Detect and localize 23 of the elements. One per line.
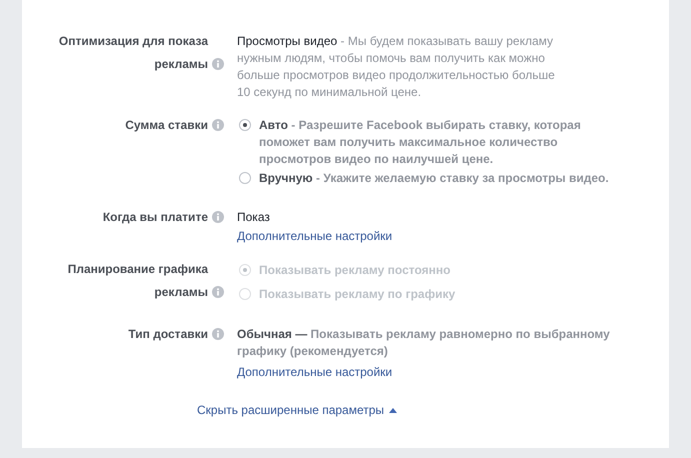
settings-link[interactable]: Дополнительные настройки: [237, 228, 392, 245]
info-icon: [212, 58, 224, 70]
info-icon: [212, 211, 224, 223]
radio-button[interactable]: [239, 172, 251, 184]
field-label: Планирование графика рекламы: [66, 261, 208, 301]
radio-label: Показывать рекламу по графику: [259, 286, 456, 303]
info-icon: [212, 119, 224, 131]
option-description: Обычная — Показывать рекламу равномерно по выбранному графику (рекомендуется): [237, 326, 611, 360]
radio-label: Авто - Разрешите Facebook выбирать ставку, которая поможет вам получить максимальное количество просмотров видео по наилучшей цене.: [259, 117, 582, 168]
radio-button[interactable]: [239, 119, 251, 131]
field-label: Тип доставки: [128, 326, 208, 343]
radio-label: Показывать рекламу постоянно: [259, 262, 450, 279]
field-label: Сумма ставки: [125, 117, 208, 134]
info-icon: [212, 286, 224, 298]
caret-icon: [389, 408, 398, 412]
hide-advanced-link[interactable]: Скрыть расширенные параметры: [197, 403, 398, 417]
option-description: Просмотры видео - Мы будем показывать вашу рекламу нужным людям, чтобы помочь вам получить как можно больше просмотров видео продолжительностью больше 10 секунд по минимальной цене.: [237, 33, 556, 101]
radio-label: Вручную - Укажите желаемую ставку за просмотры видео.: [259, 170, 609, 187]
settings-link[interactable]: Дополнительные настройки: [237, 364, 392, 381]
field-label: Когда вы платите: [102, 209, 208, 226]
field-value: Показ: [237, 209, 271, 226]
info-icon: [212, 328, 224, 340]
field-label: Оптимизация для показа рекламы: [58, 33, 208, 73]
